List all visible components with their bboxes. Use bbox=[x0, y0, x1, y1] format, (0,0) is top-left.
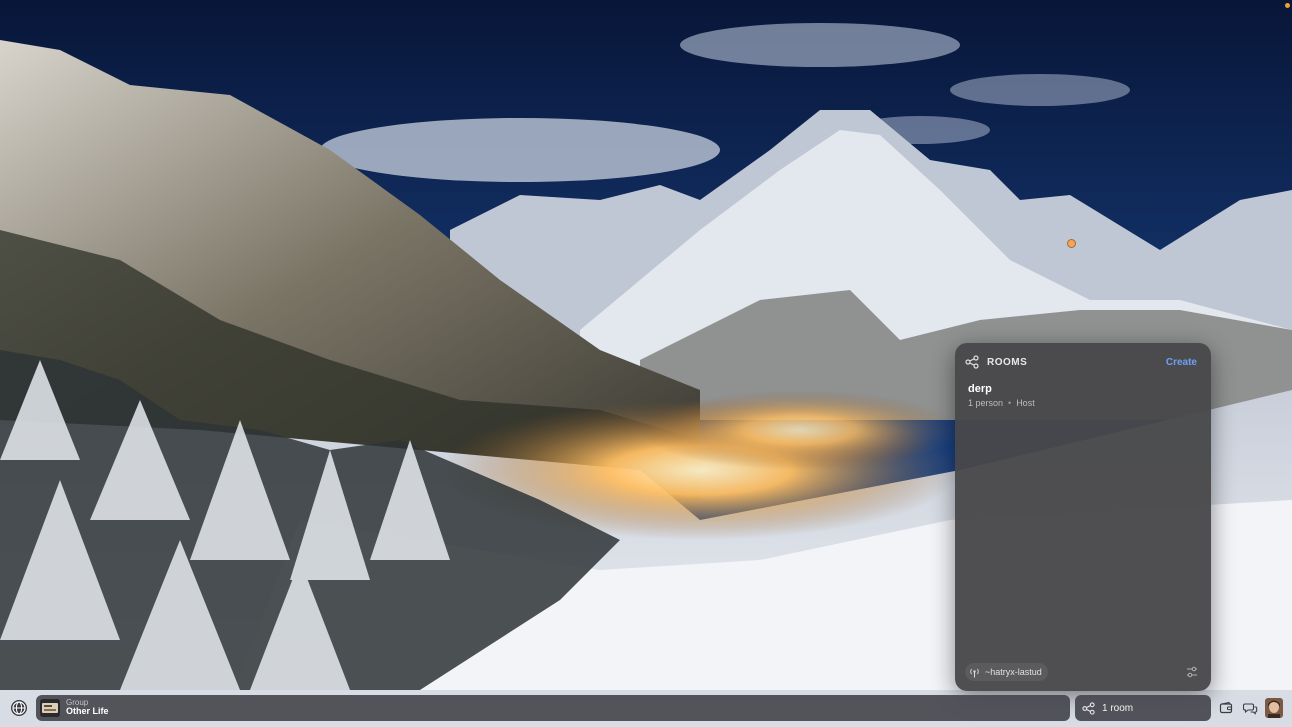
desktop: ROOMS Create derp 1 person • Host ~hatry… bbox=[0, 0, 1292, 727]
group-label: Group Other Life bbox=[66, 698, 109, 717]
chat-bubbles-icon bbox=[1242, 701, 1258, 716]
room-meta-separator: • bbox=[1008, 398, 1012, 408]
share-nodes-icon bbox=[965, 355, 979, 369]
cursor-pointer bbox=[1067, 239, 1076, 248]
group-name: Other Life bbox=[66, 706, 109, 717]
room-meta: 1 person • Host bbox=[968, 398, 1198, 408]
user-avatar[interactable] bbox=[1265, 698, 1283, 718]
rooms-panel: ROOMS Create derp 1 person • Host ~hatry… bbox=[955, 343, 1211, 691]
rooms-taskbar-button[interactable]: 1 room bbox=[1075, 695, 1211, 721]
group-thumbnail bbox=[40, 699, 60, 717]
rooms-count-label: 1 room bbox=[1102, 702, 1134, 714]
rooms-footer: ~hatryx-lastud bbox=[965, 663, 1199, 681]
antenna-icon bbox=[969, 667, 980, 678]
wallet-icon bbox=[1219, 701, 1233, 715]
create-room-button[interactable]: Create bbox=[1166, 357, 1197, 368]
ship-selector[interactable]: ~hatryx-lastud bbox=[965, 663, 1048, 681]
chat-button[interactable] bbox=[1241, 699, 1259, 717]
room-role: Host bbox=[1016, 398, 1035, 408]
wallet-button[interactable] bbox=[1217, 699, 1235, 717]
notification-dot bbox=[1285, 3, 1290, 8]
group-switcher[interactable]: Group Other Life bbox=[40, 698, 109, 718]
home-button[interactable] bbox=[6, 697, 32, 719]
ship-name: ~hatryx-lastud bbox=[985, 667, 1042, 677]
taskbar: Group Other Life bbox=[36, 695, 1070, 721]
share-nodes-icon bbox=[1082, 701, 1095, 715]
room-member-count: 1 person bbox=[968, 398, 1004, 408]
room-name: derp bbox=[968, 383, 992, 395]
rooms-title: ROOMS bbox=[987, 356, 1028, 368]
sliders-icon[interactable] bbox=[1185, 665, 1199, 679]
room-list-item[interactable]: derp 1 person • Host bbox=[968, 383, 1198, 411]
rooms-header: ROOMS Create bbox=[965, 353, 1197, 371]
globe-icon bbox=[10, 699, 28, 717]
